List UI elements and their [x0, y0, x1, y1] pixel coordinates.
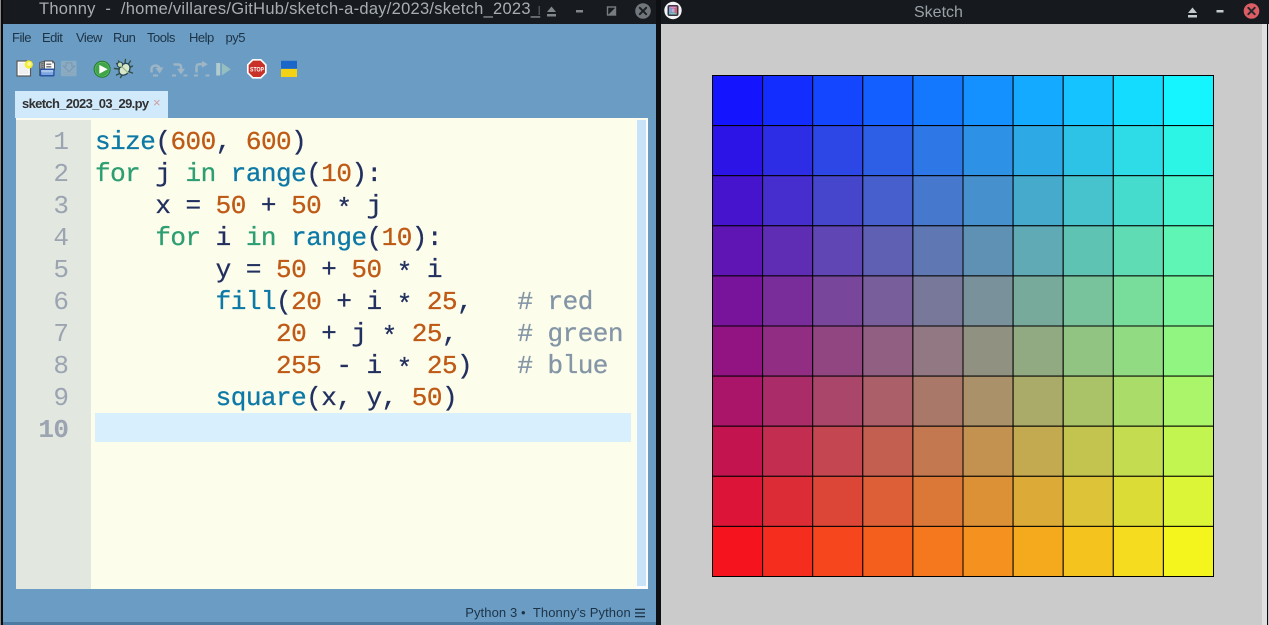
svg-text:Sketch: Sketch — [914, 4, 963, 21]
svg-text:STOP: STOP — [250, 66, 265, 73]
